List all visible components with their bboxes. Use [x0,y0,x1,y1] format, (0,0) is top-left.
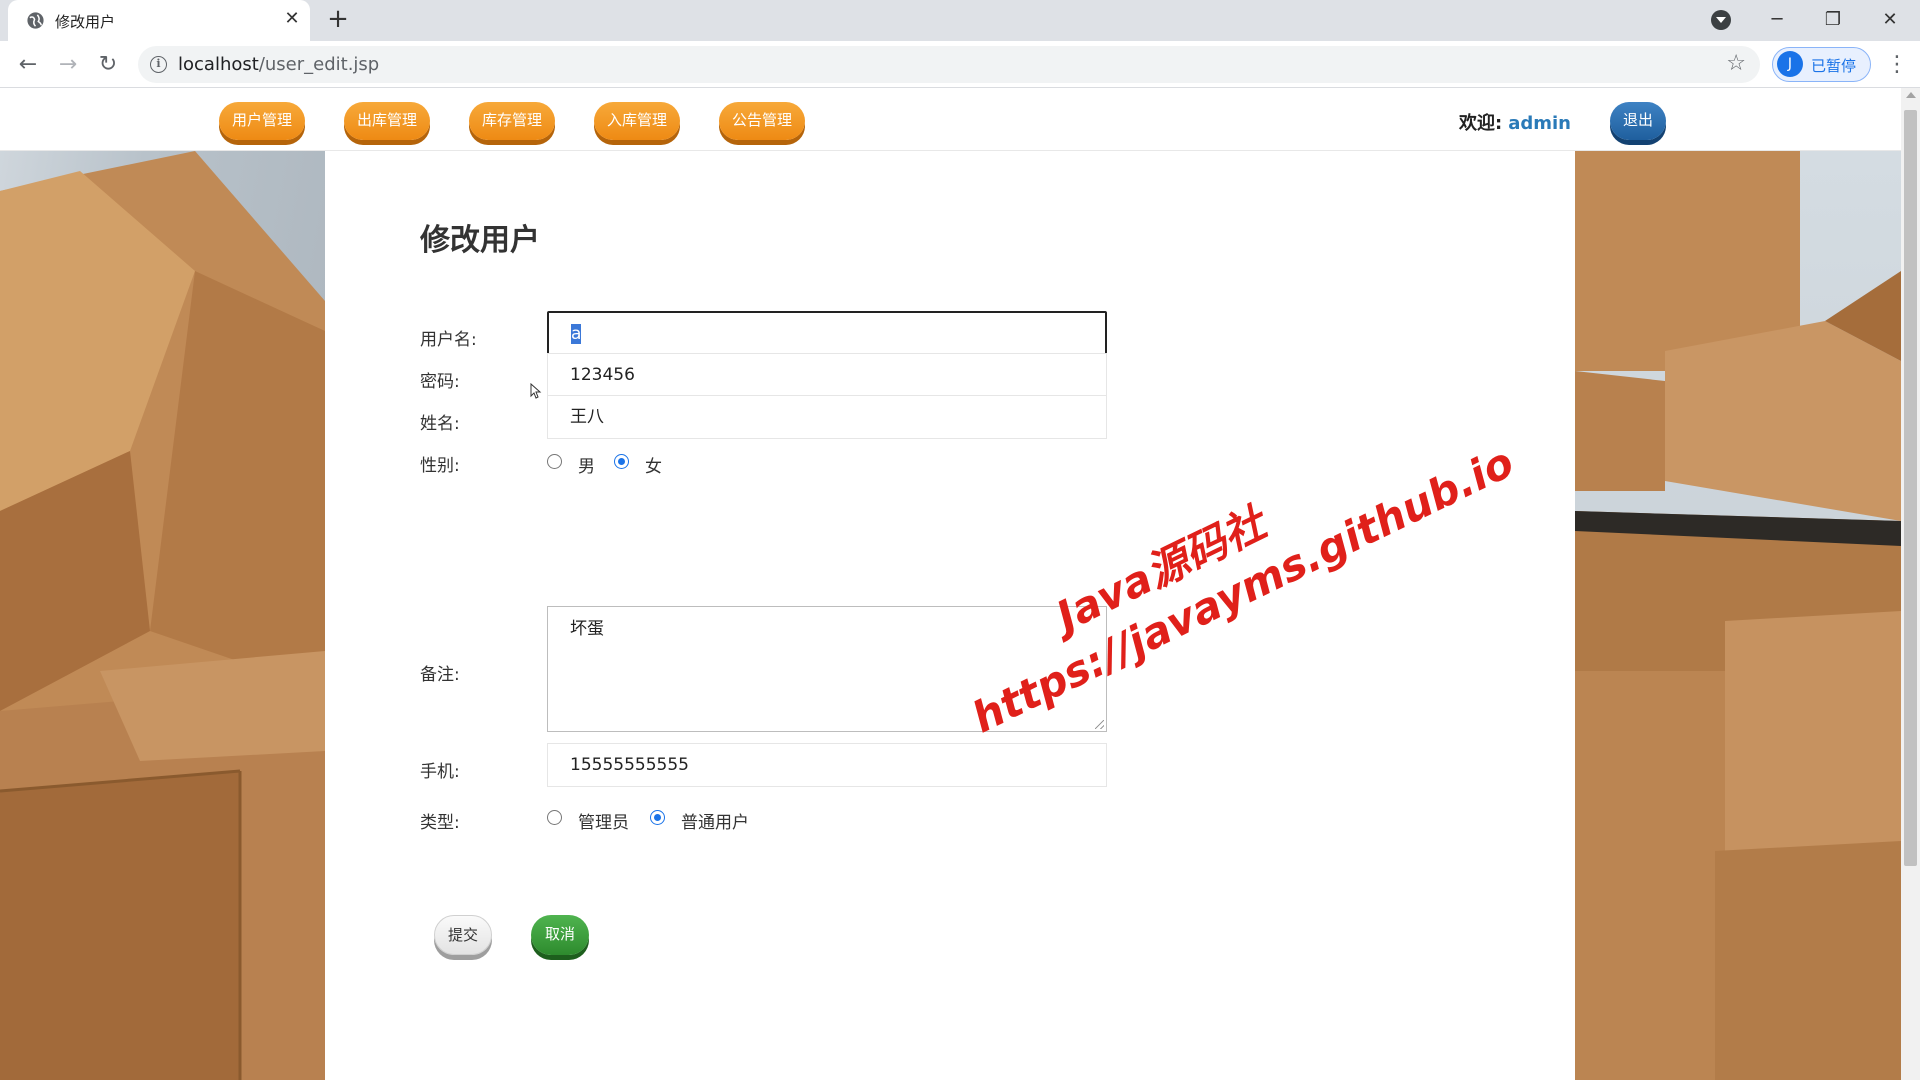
site-info-icon[interactable]: i [150,56,167,73]
password-input[interactable]: 123456 [547,353,1107,397]
phone-label: 手机: [420,762,460,782]
tab-search-icon[interactable] [1711,10,1731,30]
remark-label: 备注: [420,665,460,685]
type-normal-user-label: 普通用户 [681,813,749,833]
browser-tabstrip: 修改用户 ✕ + ─ ❐ ✕ [0,0,1920,41]
password-label: 密码: [420,372,460,392]
type-label: 类型: [420,813,460,833]
nav-user-management[interactable]: 用户管理 [219,102,305,140]
forward-icon[interactable]: → [53,50,83,80]
globe-icon [27,12,44,29]
scrollbar-thumb[interactable] [1904,110,1917,866]
page: 用户管理 出库管理 库存管理 入库管理 公告管理 欢迎: admin 退出 修改… [0,88,1901,1080]
username-label: 用户名: [420,330,477,350]
nav-notice-management[interactable]: 公告管理 [719,102,805,140]
background-image-left [0,151,325,1080]
cancel-button[interactable]: 取消 [531,915,589,955]
type-admin-radio[interactable] [547,810,562,825]
gender-male-radio[interactable] [547,454,562,469]
gender-female-radio[interactable] [614,454,629,469]
top-nav: 用户管理 出库管理 库存管理 入库管理 公告管理 欢迎: admin 退出 [0,88,1901,151]
bookmark-star-icon[interactable]: ☆ [1726,51,1746,76]
back-icon[interactable]: ← [13,50,43,80]
type-normal-user-radio[interactable] [650,810,665,825]
welcome-text: 欢迎: admin [1459,113,1571,134]
logout-button[interactable]: 退出 [1610,102,1666,140]
tab-title: 修改用户 [55,13,116,31]
phone-input[interactable]: 15555555555 [547,743,1107,787]
scroll-up-icon[interactable] [1906,92,1916,98]
avatar: J [1777,51,1803,77]
nav-outbound-management[interactable]: 出库管理 [344,102,430,140]
cardboard-boxes-image [0,151,325,1080]
profile-button[interactable]: J 已暂停 [1772,47,1871,82]
mouse-cursor-icon [530,383,542,399]
restore-icon[interactable]: ❐ [1813,2,1853,38]
main-content: 修改用户 用户名: a 密码: 123456 姓名: 王八 性别: 男 女 备注… [325,151,1575,1080]
browser-tab[interactable]: 修改用户 ✕ [8,0,310,41]
gender-female-label: 女 [645,457,662,477]
browser-menu-icon[interactable]: ⋮ [1886,50,1908,80]
page-scrollbar[interactable] [1901,88,1920,1080]
gender-male-label: 男 [578,457,595,477]
page-title: 修改用户 [420,223,540,258]
profile-status: 已暂停 [1811,57,1857,75]
background-image-right [1575,151,1901,1080]
window-close-icon[interactable]: ✕ [1870,2,1910,38]
tab-close-icon[interactable]: ✕ [280,7,304,31]
browser-toolbar: ← → ↻ i localhost/user_edit.jsp ☆ J 已暂停 … [0,41,1920,88]
type-admin-label: 管理员 [578,813,629,833]
submit-button[interactable]: 提交 [434,915,492,955]
username: admin [1508,113,1571,134]
url-text: localhost/user_edit.jsp [178,54,380,75]
nav-inventory-management[interactable]: 库存管理 [469,102,555,140]
username-input[interactable]: a [547,311,1107,355]
new-tab-button[interactable]: + [324,6,352,34]
name-label: 姓名: [420,414,460,434]
reload-icon[interactable]: ↻ [93,50,123,80]
resize-handle-icon[interactable] [1095,720,1104,729]
address-bar[interactable]: i localhost/user_edit.jsp ☆ [138,46,1760,83]
minimize-icon[interactable]: ─ [1757,2,1797,38]
nav-inbound-management[interactable]: 入库管理 [594,102,680,140]
name-input[interactable]: 王八 [547,395,1107,439]
gender-label: 性别: [420,456,460,476]
cardboard-boxes-image [1575,151,1901,1080]
